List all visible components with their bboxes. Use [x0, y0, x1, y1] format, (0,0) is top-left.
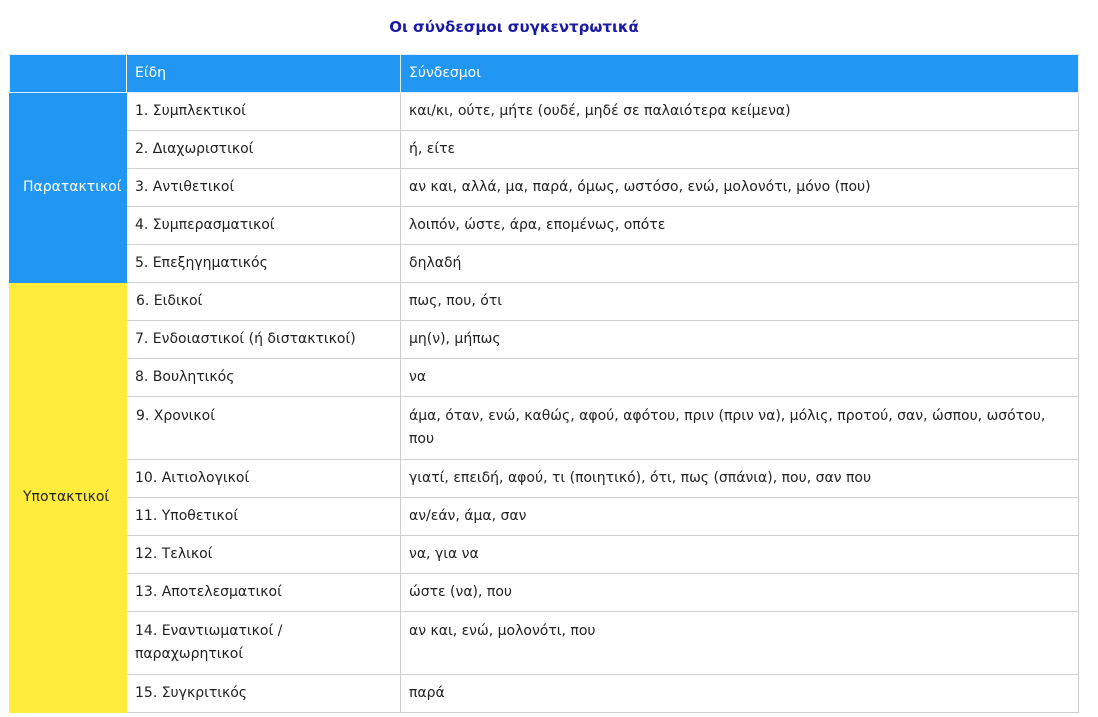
table-header-row: Είδη Σύνδεσμοι	[9, 54, 1079, 93]
values-cell: γιατί, επειδή, αφού, τι (ποιητικό), ότι,…	[400, 459, 1079, 498]
header-conjunctions: Σύνδεσμοι	[400, 54, 1079, 93]
kind-cell: 14. Εναντιωματικοί / παραχωρητικοί	[126, 611, 401, 675]
kind-cell: 15. Συγκριτικός	[126, 674, 401, 713]
table-row: 3. Αντιθετικοί αν και, αλλά, μα, παρά, ό…	[10, 168, 1079, 207]
values-cell: ή, είτε	[400, 130, 1079, 169]
kind-cell: 6. Ειδικοί	[126, 282, 401, 321]
kind-cell: 2. Διαχωριστικοί	[126, 130, 401, 169]
kind-cell: 10. Αιτιολογικοί	[126, 459, 401, 498]
values-cell: αν και, αλλά, μα, παρά, όμως, ωστόσο, εν…	[400, 168, 1079, 207]
table-row: 4. Συμπερασματικοί λοιπόν, ώστε, άρα, επ…	[10, 206, 1079, 245]
values-cell: άμα, όταν, ενώ, καθώς, αφού, αφότου, πρι…	[400, 396, 1079, 460]
table-row: 13. Αποτελεσματικοί ώστε (να), που	[10, 573, 1079, 612]
table-row: 11. Υποθετικοί αν/εάν, άμα, σαν	[10, 497, 1079, 536]
conjunctions-table: Είδη Σύνδεσμοι Παρατακτικοί 1. Συμπλεκτι…	[9, 54, 1079, 713]
values-cell: μη(ν), μήπως	[400, 320, 1079, 359]
values-cell: λοιπόν, ώστε, άρα, επομένως, οπότε	[400, 206, 1079, 245]
values-cell: αν και, ενώ, μολονότι, που	[400, 611, 1079, 675]
table-row: 5. Επεξηγηματικός δηλαδή	[10, 244, 1079, 283]
values-cell: να	[400, 358, 1079, 397]
values-cell: παρά	[400, 674, 1079, 713]
kind-cell: 13. Αποτελεσματικοί	[126, 573, 401, 612]
group-label: Υποτακτικοί	[23, 489, 110, 505]
table-row: 7. Ενδοιαστικοί (ή διστακτικοί) μη(ν), μ…	[10, 320, 1079, 359]
kind-cell: 12. Τελικοί	[126, 535, 401, 574]
group-label: Παρατακτικοί	[23, 179, 122, 195]
group-parataktikoi: Παρατακτικοί	[9, 92, 127, 283]
header-kinds: Είδη	[126, 54, 401, 93]
table-row: 15. Συγκριτικός παρά	[10, 674, 1079, 713]
kind-cell: 5. Επεξηγηματικός	[126, 244, 401, 283]
kind-cell: 8. Βουλητικός	[126, 358, 401, 397]
header-group-cell	[9, 54, 127, 93]
kind-cell: 3. Αντιθετικοί	[126, 168, 401, 207]
page-title: Οι σύνδεσμοι συγκεντρωτικά	[389, 18, 639, 36]
table-row: 9. Χρονικοί άμα, όταν, ενώ, καθώς, αφού,…	[10, 396, 1079, 460]
table-row: Παρατακτικοί 1. Συμπλεκτικοί και/κι, ούτ…	[9, 92, 1079, 283]
values-cell: να, για να	[400, 535, 1079, 574]
table-row: 8. Βουλητικός να	[10, 358, 1079, 397]
kind-cell: 11. Υποθετικοί	[126, 497, 401, 536]
table-row: 10. Αιτιολογικοί γιατί, επειδή, αφού, τι…	[10, 459, 1079, 498]
kind-cell: 9. Χρονικοί	[126, 396, 401, 460]
kind-cell: 4. Συμπερασματικοί	[126, 206, 401, 245]
table-row: Υποτακτικοί 6. Ειδικοί πως, που, ότι	[9, 282, 1079, 713]
table-row: 12. Τελικοί να, για να	[10, 535, 1079, 574]
values-cell: και/κι, ούτε, μήτε (ουδέ, μηδέ σε παλαιό…	[400, 92, 1079, 131]
group-ypotaktikoi: Υποτακτικοί	[9, 282, 127, 713]
kind-cell: 1. Συμπλεκτικοί	[126, 92, 401, 131]
values-cell: πως, που, ότι	[400, 282, 1079, 321]
values-cell: δηλαδή	[400, 244, 1079, 283]
kind-cell: 7. Ενδοιαστικοί (ή διστακτικοί)	[126, 320, 401, 359]
table-row: 2. Διαχωριστικοί ή, είτε	[10, 130, 1079, 169]
table-row: 14. Εναντιωματικοί / παραχωρητικοί αν κα…	[10, 611, 1079, 675]
values-cell: ώστε (να), που	[400, 573, 1079, 612]
values-cell: αν/εάν, άμα, σαν	[400, 497, 1079, 536]
